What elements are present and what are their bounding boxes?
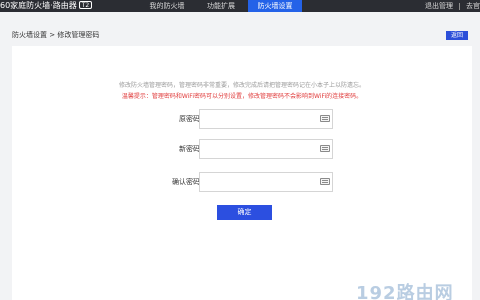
top-right-links: 退出管理 去官	[425, 0, 480, 12]
warning-hint: 温馨提示：管理密码和WiFi密码可以分别设置，修改管理密码不会影响到WiFi的连…	[121, 93, 363, 100]
logout-link[interactable]: 退出管理	[425, 0, 453, 12]
main-nav: 我的防火墙 功能扩展 防火墙设置	[140, 0, 302, 12]
breadcrumb-bar: 防火墙设置 > 修改管理密码 返回	[0, 28, 480, 42]
keyboard-icon[interactable]	[320, 178, 330, 185]
keyboard-icon[interactable]	[320, 145, 330, 152]
breadcrumb: 防火墙设置 > 修改管理密码	[12, 31, 100, 39]
submit-button[interactable]: 确定	[217, 205, 272, 220]
old-password-input[interactable]	[199, 109, 333, 129]
back-button[interactable]: 返回	[446, 31, 468, 40]
watermark: 192路由网	[356, 283, 454, 300]
old-password-label: 原密码	[179, 115, 200, 123]
official-site-link[interactable]: 去官	[466, 0, 480, 12]
new-password-input[interactable]	[199, 139, 333, 159]
nav-firewall-settings[interactable]: 防火墙设置	[248, 0, 302, 12]
info-hint: 修改防火墙管理密码，管理密码非常重要，修改完成后请把管理密码记在小本子上以防遗忘…	[118, 82, 365, 89]
new-password-row: 新密码	[12, 139, 472, 159]
new-password-label: 新密码	[179, 145, 200, 153]
nav-extensions[interactable]: 功能扩展	[194, 0, 248, 12]
nav-my-firewall[interactable]: 我的防火墙	[140, 0, 194, 12]
keyboard-icon[interactable]	[320, 115, 330, 122]
logo-badge: T2	[78, 1, 93, 9]
confirm-password-label: 确认密码	[172, 178, 200, 186]
confirm-password-input[interactable]	[199, 172, 333, 192]
logo-text: 60家庭防火墙·路由器	[0, 1, 77, 10]
top-divider	[459, 2, 460, 10]
settings-panel: 修改防火墙管理密码，管理密码非常重要，修改完成后请把管理密码记在小本子上以防遗忘…	[12, 46, 472, 300]
top-bar: 60家庭防火墙·路由器 T2 我的防火墙 功能扩展 防火墙设置 退出管理 去官	[0, 0, 480, 12]
old-password-row: 原密码	[12, 109, 472, 129]
confirm-password-row: 确认密码	[12, 172, 472, 192]
logo: 60家庭防火墙·路由器 T2	[0, 0, 93, 12]
